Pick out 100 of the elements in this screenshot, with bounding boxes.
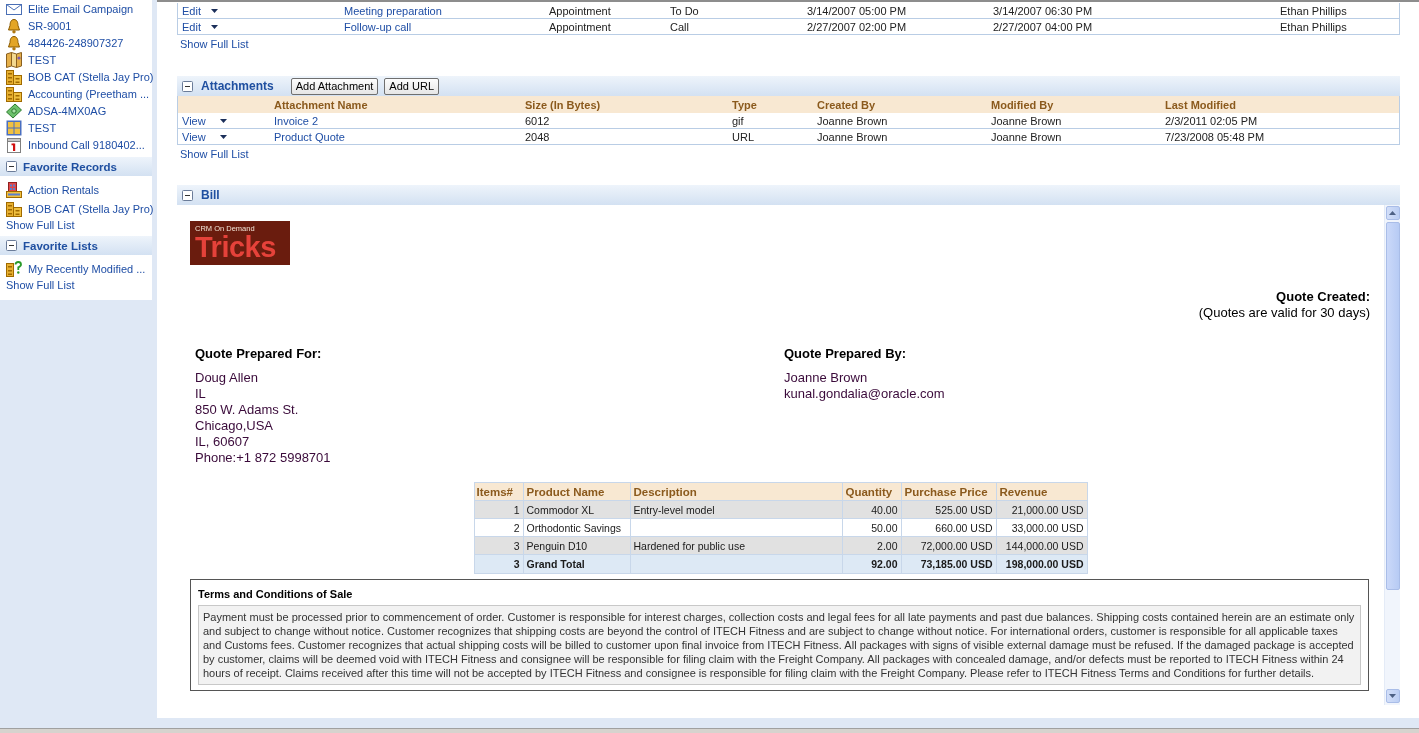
caret-icon[interactable] bbox=[219, 118, 227, 123]
collapse-icon[interactable] bbox=[6, 240, 17, 251]
sidebar-item[interactable]: Elite Email Campaign bbox=[0, 0, 152, 17]
logo-wordmark: Tricks bbox=[195, 233, 276, 261]
column-header: Created By bbox=[817, 98, 877, 111]
table-cell-text: 2/3/2011 02:05 PM bbox=[1165, 114, 1259, 127]
terms-text: Payment must be processed prior to commencement of order. Customer is responsible for interest charges, collection costs and legal fees for all late payments and past due balances. Shipping costs contained herein are an estimate only and subject to change without notice. Customer recognizes that shipping costs are beyond the control of ITECH Fitness and are subject to change without notice. For international orders, customer is responsible for all applicable taxes and Customs fees. Customer recognizes that actual shipping costs will be billed to customer upon final invoice from ITECH Fitness. All packages with signs of visible external damage must be refused. If the damaged package is accepted by customer, claims will be deemed void with ITECH Fitness and consignee will be responsible for filing claim with the Freight Company. All packages with concealed damage, and/or defects must be reported to ITECH Fitness within 24 hours of receipt. Claims received after this time will not be accepted by ITECH Fitness and consignee is responsible for filing claim with the Freight Company. Please refer to ITECH Fitness Terms and Conditions for further details. bbox=[198, 605, 1361, 685]
edit-link[interactable]: Edit bbox=[182, 4, 201, 17]
building-icon bbox=[6, 181, 22, 198]
section-title: Bill bbox=[201, 188, 220, 202]
building-icon bbox=[6, 200, 22, 217]
table-cell-text: 7/23/2008 05:48 PM bbox=[1165, 130, 1266, 143]
table-cell-text: Joanne Brown bbox=[991, 130, 1063, 143]
sidebar-item[interactable]: ADSA-4MX0AG bbox=[0, 102, 152, 119]
table-cell-text: Ethan Phillips bbox=[1280, 20, 1348, 33]
table-cell-text: Joanne Brown bbox=[991, 114, 1063, 127]
table-cell-text: 2/27/2007 04:00 PM bbox=[993, 20, 1094, 33]
scroll-up-button[interactable] bbox=[1385, 206, 1400, 220]
caret-up-icon bbox=[1389, 211, 1396, 215]
calendar-icon bbox=[6, 136, 22, 153]
table-cell: Orthodontic Savings bbox=[523, 518, 630, 537]
show-full-list-link[interactable]: Show Full List bbox=[180, 148, 249, 161]
contact-line: IL bbox=[195, 386, 207, 402]
record-link[interactable]: Follow-up call bbox=[344, 20, 549, 33]
view-link[interactable]: View bbox=[182, 114, 206, 127]
table-cell: 50.00 bbox=[842, 518, 901, 537]
column-header: Purchase Price bbox=[901, 482, 996, 501]
sidebar-item[interactable]: 484426-248907327 bbox=[0, 34, 152, 51]
contact-line: Joanne Brown bbox=[784, 370, 869, 386]
contact-line: kunal.gondalia@oracle.com bbox=[784, 386, 946, 402]
sidebar-item[interactable]: TEST bbox=[0, 51, 152, 68]
table-cell-text: Call bbox=[670, 20, 690, 33]
sidebar-item[interactable]: SR-9001 bbox=[0, 17, 152, 34]
collapse-icon[interactable] bbox=[182, 189, 193, 201]
sidebar-item[interactable]: Action Rentals bbox=[0, 180, 152, 199]
edit-link[interactable]: Edit bbox=[182, 20, 201, 33]
show-full-list-link[interactable]: Show Full List bbox=[6, 219, 75, 232]
view-link[interactable]: View bbox=[182, 130, 206, 143]
scrollbar[interactable] bbox=[1384, 205, 1400, 705]
table-cell-text: 2/27/2007 02:00 PM bbox=[807, 20, 908, 33]
sidebar-item[interactable]: Accounting (Preetham ... bbox=[0, 85, 152, 102]
table-cell: 2 bbox=[474, 518, 523, 537]
table-cell-text: 3/14/2007 05:00 PM bbox=[807, 4, 908, 17]
section-heading: Quote Prepared For: bbox=[195, 346, 323, 362]
add-button[interactable]: Add Attachment bbox=[290, 77, 379, 95]
banknote-icon bbox=[6, 102, 22, 119]
sidebar-item[interactable]: My Recently Modified ... bbox=[0, 259, 152, 278]
collapse-icon[interactable] bbox=[182, 80, 193, 92]
section-heading: Quote Prepared By: bbox=[784, 346, 908, 362]
column-header: Attachment Name bbox=[274, 98, 369, 111]
caret-down-icon bbox=[1389, 694, 1396, 698]
scroll-down-button[interactable] bbox=[1385, 689, 1400, 703]
table-cell-text: 6012 bbox=[525, 114, 551, 127]
table-cell-text: To Do bbox=[670, 4, 700, 17]
column-header: Modified By bbox=[991, 98, 1055, 111]
contact-line: Phone:+1 872 5998701 bbox=[195, 450, 332, 466]
validity-note: (Quotes are valid for 30 days) bbox=[1198, 305, 1370, 321]
contact-line: IL, 60607 bbox=[195, 434, 251, 450]
grid-icon bbox=[6, 119, 22, 136]
attachment-link[interactable]: Invoice 2 bbox=[274, 114, 525, 127]
column-header: Product Name bbox=[523, 482, 630, 501]
caret-icon[interactable] bbox=[219, 134, 227, 139]
sidebar-item[interactable]: BOB CAT (Stella Jay Pro) bbox=[0, 199, 152, 218]
column-header: Description bbox=[630, 482, 842, 501]
contact-line: Chicago,USA bbox=[195, 418, 275, 434]
scroll-thumb[interactable] bbox=[1385, 222, 1400, 590]
building-icon bbox=[6, 85, 22, 102]
table-cell-text: 2048 bbox=[525, 130, 551, 143]
caret-icon[interactable] bbox=[210, 24, 218, 29]
sidebar-item[interactable]: TEST bbox=[0, 119, 152, 136]
column-header: Size (In Bytes) bbox=[525, 98, 602, 111]
table-cell-text: Appointment bbox=[549, 4, 612, 17]
terms-title: Terms and Conditions of Sale bbox=[198, 588, 354, 600]
building-question-icon bbox=[6, 260, 22, 277]
sidebar-item[interactable]: BOB CAT (Stella Jay Pro) bbox=[0, 68, 152, 85]
add-button[interactable]: Add URL bbox=[384, 77, 439, 95]
section-title: Favorite Records bbox=[23, 160, 117, 173]
quote-created-label: Quote Created: bbox=[1275, 289, 1370, 305]
sidebar-item[interactable]: Inbound Call 9180402... bbox=[0, 136, 152, 153]
show-full-list-link[interactable]: Show Full List bbox=[6, 279, 75, 292]
table-cell-text: Ethan Phillips bbox=[1280, 4, 1348, 17]
table-cell: 33,000.00 USD bbox=[996, 518, 1087, 537]
section-title: Favorite Lists bbox=[23, 239, 98, 252]
contact-line: 850 W. Adams St. bbox=[195, 402, 300, 418]
column-header: Items# bbox=[474, 482, 523, 501]
caret-icon[interactable] bbox=[210, 8, 218, 13]
table-cell: 660.00 USD bbox=[901, 518, 996, 537]
column-header: Type bbox=[732, 98, 758, 111]
table-cell-text: Joanne Brown bbox=[817, 114, 889, 127]
section-title: Attachments bbox=[201, 79, 274, 93]
show-full-list-link[interactable]: Show Full List bbox=[180, 38, 249, 51]
brochure-icon bbox=[6, 51, 22, 68]
attachment-link[interactable]: Product Quote bbox=[274, 130, 525, 143]
table-cell-text: gif bbox=[732, 114, 745, 127]
building-icon bbox=[6, 68, 22, 85]
record-link[interactable]: Meeting preparation bbox=[344, 4, 549, 17]
contact-line: Doug Allen bbox=[195, 370, 259, 386]
collapse-icon[interactable] bbox=[6, 161, 17, 172]
column-header: Last Modified bbox=[1165, 98, 1237, 111]
table-cell-text: Appointment bbox=[549, 20, 612, 33]
